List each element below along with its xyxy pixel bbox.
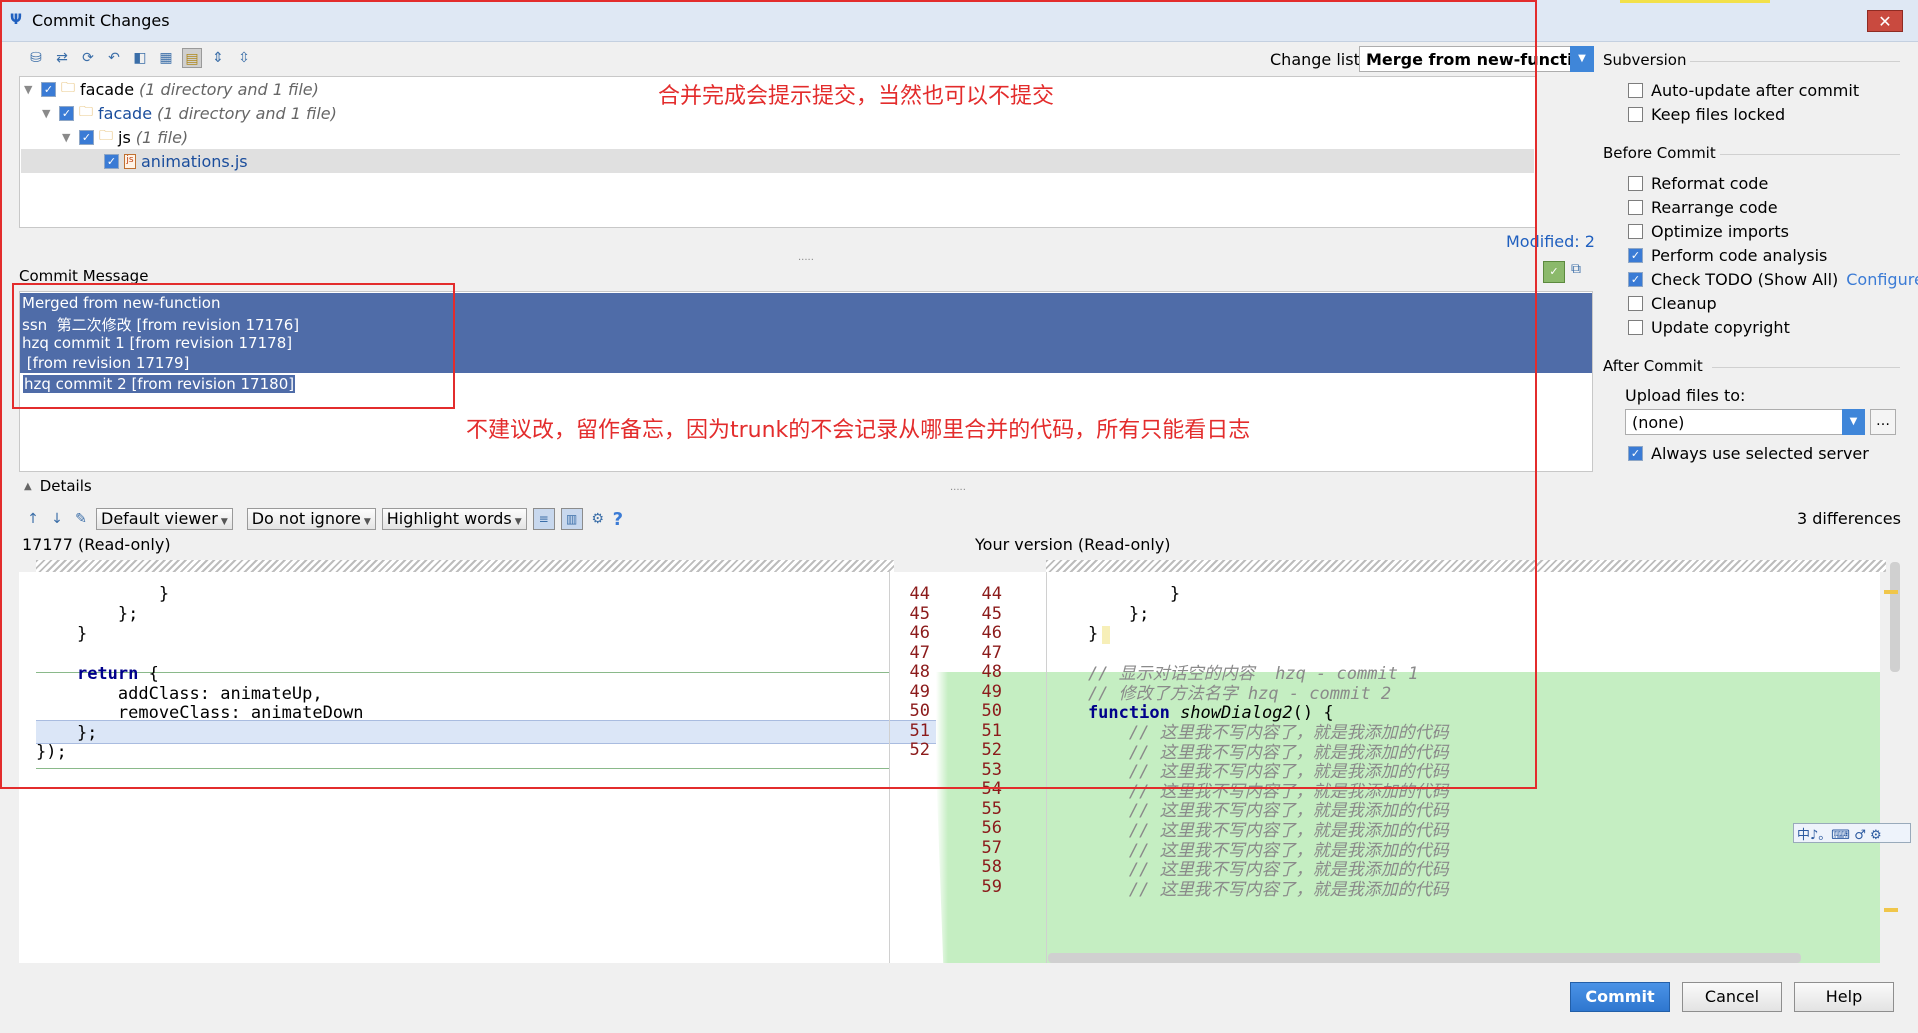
diff-marker[interactable] xyxy=(1884,590,1898,594)
section-title: After Commit xyxy=(1603,357,1703,375)
vertical-scrollbar[interactable] xyxy=(1890,562,1900,672)
differences-count: 3 differences xyxy=(1797,509,1901,528)
diff-marker[interactable] xyxy=(1884,908,1898,912)
upload-label: Upload files to: xyxy=(1625,386,1745,405)
option-label: Reformat code xyxy=(1651,174,1769,193)
configure-link[interactable]: Configure xyxy=(1846,270,1918,289)
cancel-button[interactable]: Cancel xyxy=(1682,982,1782,1012)
option-label: Rearrange code xyxy=(1651,198,1778,217)
reformat-option[interactable]: Reformat code xyxy=(1628,174,1768,193)
update-copyright-option[interactable]: Update copyright xyxy=(1628,318,1790,337)
commit-message-tools: ✓ ⧉ xyxy=(1543,261,1589,283)
checkbox[interactable] xyxy=(1628,176,1643,191)
keep-locked-option[interactable]: Keep files locked xyxy=(1628,105,1785,124)
checkbox[interactable] xyxy=(1628,200,1643,215)
subversion-section-title: Subversion xyxy=(1603,51,1687,69)
option-label: Optimize imports xyxy=(1651,222,1789,241)
upload-browse-button[interactable]: … xyxy=(1870,409,1896,435)
changelist-dropdown-icon[interactable]: ▼ xyxy=(1570,46,1594,72)
annotation-box-commit-message xyxy=(12,283,455,409)
cleanup-option[interactable]: Cleanup xyxy=(1628,294,1717,313)
option-label: Auto-update after commit xyxy=(1651,81,1860,100)
option-label: Keep files locked xyxy=(1651,105,1786,124)
checkbox-checked[interactable]: ✓ xyxy=(1628,248,1643,263)
after-commit-section-title: After Commit xyxy=(1603,357,1703,375)
commit-button[interactable]: Commit xyxy=(1570,982,1670,1012)
code-comment: // 这里我不写内容了，就是我添加的代码 xyxy=(1047,879,1449,900)
divider xyxy=(1712,367,1900,368)
spellcheck-icon[interactable]: ✓ xyxy=(1543,261,1565,283)
before-commit-section-title: Before Commit xyxy=(1603,144,1716,162)
checkbox[interactable] xyxy=(1628,83,1643,98)
optimize-imports-option[interactable]: Optimize imports xyxy=(1628,222,1789,241)
option-label: Check TODO (Show All) xyxy=(1651,270,1839,289)
upload-dropdown-icon[interactable]: ▼ xyxy=(1842,409,1865,435)
commit-changes-dialog: Ψ Commit Changes ✕ ⛁ ⇄ ⟳ ↶ ◧ ▦ ▤ ⇕ ⇳ Cha… xyxy=(0,0,1918,1033)
check-todo-option[interactable]: ✓ Check TODO (Show All) Configure xyxy=(1628,270,1918,289)
checkbox[interactable] xyxy=(1628,320,1643,335)
option-label: Cleanup xyxy=(1651,294,1717,313)
upload-label-text: Upload files to: xyxy=(1625,386,1746,405)
checkbox[interactable] xyxy=(1628,296,1643,311)
section-title: Before Commit xyxy=(1603,144,1716,162)
ime-toolbar[interactable]: 中♪。⌨ ♂ ⚙ xyxy=(1793,823,1911,843)
option-label: Perform code analysis xyxy=(1651,246,1828,265)
history-icon[interactable]: ⧉ xyxy=(1571,261,1589,279)
horizontal-scrollbar[interactable] xyxy=(1048,953,1801,963)
rearrange-option[interactable]: Rearrange code xyxy=(1628,198,1778,217)
top-highlight-strip xyxy=(1620,0,1770,3)
checkbox-checked[interactable]: ✓ xyxy=(1628,272,1643,287)
line-number: 59 xyxy=(981,876,1002,897)
section-title: Subversion xyxy=(1603,51,1687,69)
checkbox[interactable] xyxy=(1628,107,1643,122)
checkbox-checked[interactable]: ✓ xyxy=(1628,446,1643,461)
always-use-server-option[interactable]: ✓ Always use selected server xyxy=(1628,444,1869,463)
checkbox[interactable] xyxy=(1628,224,1643,239)
upload-select[interactable]: (none) xyxy=(1625,409,1865,435)
divider xyxy=(1690,61,1900,62)
option-label: Always use selected server xyxy=(1651,444,1869,463)
auto-update-option[interactable]: Auto-update after commit xyxy=(1628,81,1859,100)
code-analysis-option[interactable]: ✓ Perform code analysis xyxy=(1628,246,1827,265)
help-button[interactable]: Help xyxy=(1794,982,1894,1012)
option-label: Update copyright xyxy=(1651,318,1790,337)
close-button[interactable]: ✕ xyxy=(1867,10,1903,32)
divider xyxy=(1720,154,1900,155)
ime-text: 中♪。⌨ ♂ ⚙ xyxy=(1797,827,1882,843)
